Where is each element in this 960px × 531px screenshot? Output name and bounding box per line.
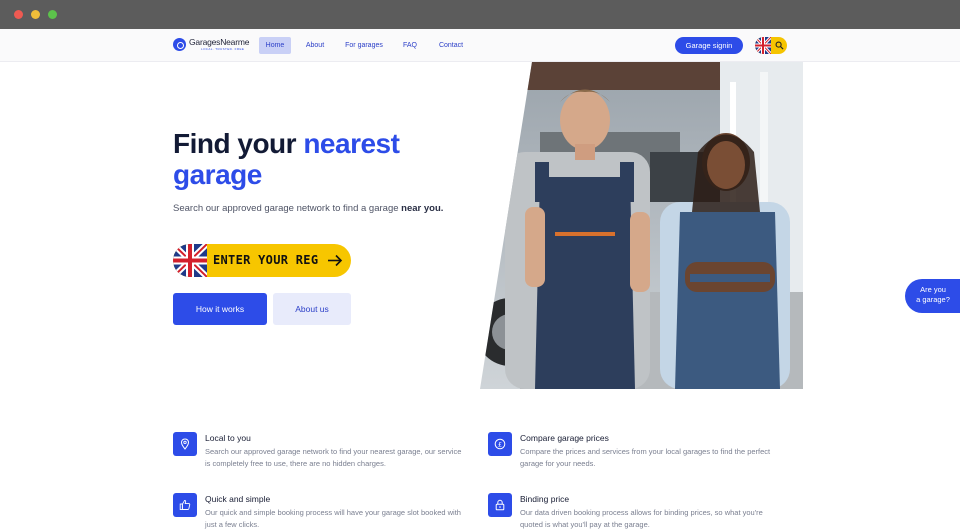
logo-pin-icon xyxy=(173,38,186,51)
about-us-button[interactable]: About us xyxy=(273,293,351,325)
hero-title: Find your nearest garage xyxy=(173,128,400,190)
feature-title: Quick and simple xyxy=(205,494,271,504)
logo-name: GaragesNearme xyxy=(189,37,250,47)
minimize-window-dot[interactable] xyxy=(31,10,40,19)
how-it-works-button[interactable]: How it works xyxy=(173,293,267,325)
language-search-pill xyxy=(755,37,787,54)
nav-for-garages[interactable]: For garages xyxy=(340,37,388,54)
hero-mechanics-photo xyxy=(480,62,803,389)
maximize-window-dot[interactable] xyxy=(48,10,57,19)
garage-tab-line2: a garage? xyxy=(916,295,950,304)
hero-title-accent-2: garage xyxy=(173,159,262,190)
svg-text:£: £ xyxy=(498,440,502,448)
nav-home[interactable]: Home xyxy=(259,37,291,54)
lock-icon xyxy=(488,493,512,517)
browser-titlebar xyxy=(0,0,960,29)
hero-title-accent-1: nearest xyxy=(303,128,400,159)
hero-title-plain: Find your xyxy=(173,128,304,159)
feature-title: Compare garage prices xyxy=(520,433,609,443)
currency-icon: £ xyxy=(488,432,512,456)
nav-about[interactable]: About xyxy=(300,37,330,54)
search-icon[interactable] xyxy=(775,41,784,50)
hero-subtitle: Search our approved garage network to fi… xyxy=(173,202,463,216)
site-logo[interactable]: GaragesNearme LOCAL. TRUSTED. FREE xyxy=(173,37,249,55)
feature-title: Local to you xyxy=(205,433,251,443)
nav-contact[interactable]: Contact xyxy=(432,37,470,54)
logo-tagline: LOCAL. TRUSTED. FREE xyxy=(201,47,245,51)
arrow-right-icon[interactable] xyxy=(327,254,343,267)
close-window-dot[interactable] xyxy=(14,10,23,19)
uk-flag-icon xyxy=(173,244,207,277)
feature-description: Search our approved garage network to fi… xyxy=(205,447,462,468)
nav-faq[interactable]: FAQ xyxy=(398,37,422,54)
feature-title: Binding price xyxy=(520,494,570,504)
hero-subtitle-bold: near you. xyxy=(401,203,444,214)
top-navbar: GaragesNearme LOCAL. TRUSTED. FREE Home … xyxy=(0,29,960,62)
feature-description: Our data driven booking process allows f… xyxy=(520,508,763,529)
reg-placeholder: ENTER YOUR REG xyxy=(213,253,319,267)
garage-tab-line1: Are you xyxy=(920,285,946,294)
garage-signin-button[interactable]: Garage signin xyxy=(675,37,743,54)
location-pin-icon xyxy=(173,432,197,456)
thumbs-up-icon xyxy=(173,493,197,517)
feature-description: Our quick and simple booking process wil… xyxy=(205,508,461,529)
feature-description: Compare the prices and services from you… xyxy=(520,447,771,468)
reg-input[interactable]: ENTER YOUR REG xyxy=(173,244,351,277)
hero-subtitle-text: Search our approved garage network to fi… xyxy=(173,203,402,214)
uk-flag-icon[interactable] xyxy=(755,37,771,54)
are-you-a-garage-tab[interactable]: Are you a garage? xyxy=(905,279,960,313)
